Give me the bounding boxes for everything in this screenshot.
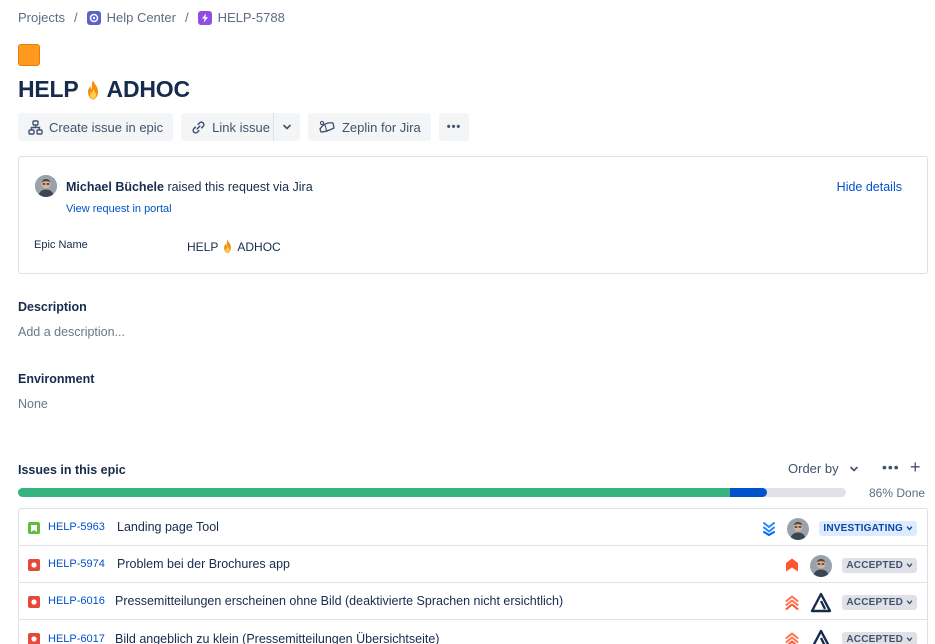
reporter-avatar[interactable] [35,175,57,197]
chevron-down-icon [906,563,913,568]
progress-label: 86% Done [869,486,926,500]
breadcrumb-issue[interactable]: HELP-5788 [197,10,285,25]
link-issue-dropdown-button[interactable] [272,113,300,141]
status-dropdown[interactable]: ACCEPTED [842,558,917,573]
request-details-panel: Michael Büchele raised this request via … [18,156,928,274]
order-by-button[interactable]: Order by [788,461,859,476]
breadcrumb-issue-label: HELP-5788 [217,10,285,25]
fire-emoji-icon [87,79,98,99]
order-by-label: Order by [788,461,839,476]
breadcrumb: Projects / Help Center / HELP-5788 [18,10,285,25]
status-label: ACCEPTED [846,597,903,608]
request-channel: Jira [292,180,313,194]
reporter-photo-icon [35,175,57,197]
epic-color-swatch[interactable] [18,44,40,66]
chevron-down-icon [906,600,913,605]
description-input[interactable]: Add a description... [18,325,125,339]
status-dropdown[interactable]: INVESTIGATING [819,521,917,536]
child-issues-list: HELP-5963 Landing page Tool INVESTIGATIN… [18,508,928,644]
bug-type-icon [28,633,40,644]
zeplin-icon [319,120,335,133]
epic-name-right: ADHOC [237,239,281,254]
issues-in-epic-heading: Issues in this epic [18,463,126,477]
issue-row-help-6016[interactable]: HELP-6016 Pressemitteilungen erscheinen … [19,583,927,620]
progress-inprogress-segment [730,488,768,497]
priority-highest-icon [784,557,800,573]
issue-row-help-6017[interactable]: HELP-6017 Bild angeblich zu klein (Press… [19,620,927,644]
zeplin-label: Zeplin for Jira [341,119,421,135]
issue-toolbar: Create issue in epic Link issue Zeplin f… [18,113,470,141]
status-label: INVESTIGATING [823,523,903,534]
environment-heading: Environment [18,372,95,386]
hide-details-button[interactable]: Hide details [837,180,902,194]
assignee-logo-avatar[interactable] [810,629,832,644]
assignee-avatar[interactable] [810,555,833,577]
breadcrumb-separator: / [73,10,78,25]
fire-emoji-icon [224,239,232,253]
issue-row-help-5974[interactable]: HELP-5974 Problem bei der Brochures app … [19,546,927,583]
progress-done-segment [18,488,731,497]
title-right: ADHOC [106,76,191,102]
link-icon [192,121,205,133]
assignee-logo-avatar[interactable] [810,592,832,614]
bug-type-icon [28,559,40,571]
zeplin-for-jira-button[interactable]: Zeplin for Jira [307,113,431,141]
bug-type-icon [28,596,40,608]
status-dropdown[interactable]: ACCEPTED [842,595,917,610]
create-issue-label: Create issue in epic [49,119,164,135]
title-left: HELP [18,76,79,102]
breadcrumb-project-label: Help Center [106,10,176,25]
epic-name-value[interactable]: HELP ADHOC [187,239,281,254]
page-title[interactable]: HELP ADHOC [18,76,190,103]
assignee-avatar[interactable] [787,518,810,540]
issue-key-link[interactable]: HELP-5974 [48,558,105,570]
story-type-icon [28,522,40,534]
create-issue-in-epic-button[interactable]: Create issue in epic [18,113,174,141]
chevron-down-icon [283,124,291,130]
breadcrumb-project[interactable]: Help Center [86,10,176,25]
issue-key-link[interactable]: HELP-6016 [48,595,105,607]
more-dots-icon: ••• [446,121,462,133]
issue-key-link[interactable]: HELP-6017 [48,633,105,644]
epic-name-label: Epic Name [34,239,88,251]
priority-high-icon [784,631,800,644]
epic-name-left: HELP [187,239,219,254]
view-request-in-portal-link[interactable]: View request in portal [66,203,172,215]
breadcrumb-projects[interactable]: Projects [18,10,65,25]
issue-key-link[interactable]: HELP-5963 [48,521,105,533]
chevron-down-icon [906,526,913,531]
status-label: ACCEPTED [846,560,903,571]
epic-lightning-icon [197,10,212,25]
chevron-down-icon [849,466,858,471]
description-heading: Description [18,300,87,314]
request-summary-line: Michael Büchele raised this request via … [66,180,313,194]
issue-summary[interactable]: Problem bei der Brochures app [117,557,290,571]
issue-summary[interactable]: Bild angeblich zu klein (Pressemitteilun… [115,632,439,644]
breadcrumb-separator: / [184,10,189,25]
status-label: ACCEPTED [846,634,903,644]
issues-more-button[interactable]: ••• [882,459,900,475]
status-dropdown[interactable]: ACCEPTED [842,632,917,644]
link-issue-label: Link issue [212,119,270,135]
priority-high-icon [784,594,800,610]
reporter-name[interactable]: Michael Büchele [66,180,164,194]
epic-progress-bar [18,488,846,497]
more-actions-button[interactable]: ••• [438,113,470,141]
issue-summary[interactable]: Pressemitteilungen erscheinen ohne Bild … [115,594,563,608]
environment-value[interactable]: None [18,397,48,411]
issue-summary[interactable]: Landing page Tool [117,520,219,534]
hierarchy-icon [28,119,43,135]
add-issue-button[interactable]: + [910,457,921,478]
project-avatar-icon [86,10,101,25]
link-issue-button[interactable]: Link issue [181,113,280,141]
priority-lowest-icon [761,520,777,536]
issue-row-help-5963[interactable]: HELP-5963 Landing page Tool INVESTIGATIN… [19,509,927,546]
chevron-down-icon [906,637,913,642]
raised-text: raised this request via [167,180,290,194]
